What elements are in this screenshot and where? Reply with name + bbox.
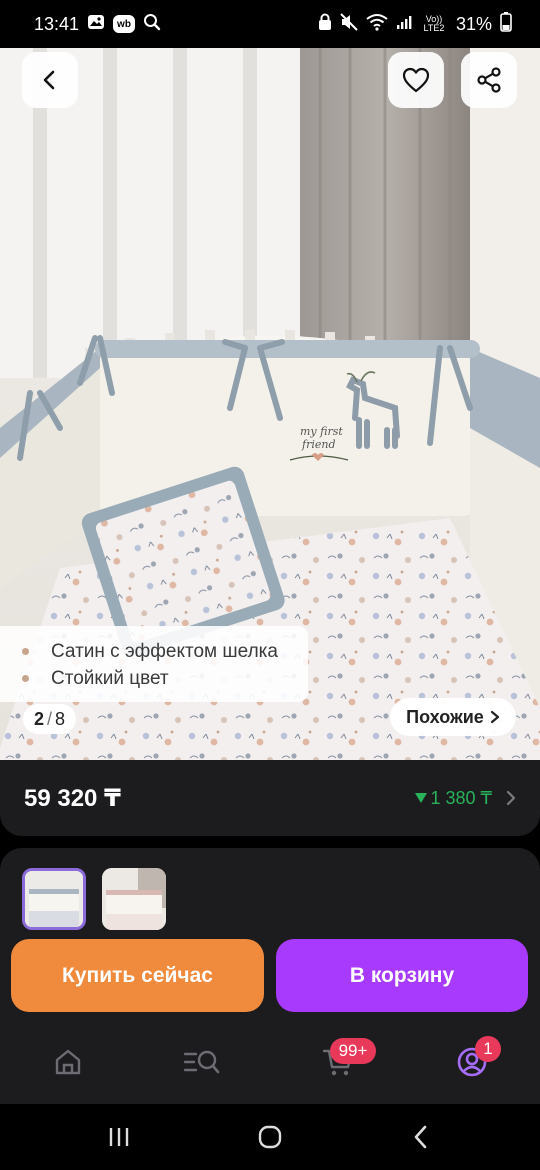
back-button[interactable]: [22, 52, 78, 108]
profile-notification-badge: 1: [475, 1036, 501, 1062]
home-icon: [55, 1049, 81, 1075]
catalog-search-icon: [183, 1050, 220, 1074]
pager-current: 2: [34, 708, 45, 729]
lock-icon: [318, 13, 332, 36]
back-arrow-icon: [414, 1125, 427, 1149]
back-system-button[interactable]: [406, 1122, 436, 1152]
variant-image: [102, 868, 166, 930]
similar-products-button[interactable]: Похожие: [390, 698, 516, 736]
discount-value: 1 380 ₸: [430, 787, 493, 808]
recent-apps-button[interactable]: [104, 1122, 134, 1152]
chevron-right-icon: [490, 710, 499, 724]
lte-label: Vo)) LTE2: [423, 14, 445, 33]
feature-text: Сатин с эффектом шелка: [51, 640, 278, 662]
heart-icon: [402, 67, 430, 93]
variant-thumbnail[interactable]: [102, 868, 166, 930]
share-icon: [477, 67, 501, 93]
search-icon: [143, 13, 161, 36]
signal-icon: [396, 14, 412, 35]
chevron-right-icon[interactable]: [506, 790, 516, 806]
cart-count-badge: 99+: [330, 1038, 376, 1064]
bullet-icon: [22, 648, 29, 655]
add-to-cart-button[interactable]: В корзину: [276, 939, 528, 1012]
pager-total: 8: [55, 708, 66, 729]
battery-icon: [500, 11, 512, 37]
share-button[interactable]: [461, 52, 517, 108]
price-discount[interactable]: 1 380 ₸: [414, 787, 493, 809]
price-card: 59 320 ₸ 1 380 ₸: [0, 760, 540, 836]
image-pager: 2 / 8: [23, 704, 77, 734]
similar-label: Похожие: [406, 706, 484, 727]
price-value: 59 320 ₸: [24, 784, 121, 812]
pager-separator: /: [47, 708, 53, 729]
triangle-down-icon: [414, 793, 427, 803]
wifi-icon: [366, 13, 388, 36]
system-navigation-bar: [0, 1104, 540, 1170]
home-system-button[interactable]: [255, 1122, 285, 1152]
embroidery-line1: my first: [300, 425, 343, 438]
mute-icon: [340, 12, 358, 36]
embroidery-line2: friend: [301, 438, 335, 451]
variant-thumbnail[interactable]: [22, 868, 86, 930]
feature-item: Сатин с эффектом шелка: [22, 638, 308, 665]
nav-home[interactable]: [48, 1042, 88, 1082]
bottom-navigation: [0, 1020, 540, 1104]
feature-text: Стойкий цвет: [51, 667, 169, 689]
variant-image: [25, 871, 83, 927]
bullet-icon: [22, 675, 29, 682]
product-image[interactable]: my first friend Сатин с эффектом шелка С…: [0, 48, 540, 760]
chevron-left-icon: [43, 70, 55, 90]
battery-percent: 31%: [455, 13, 492, 34]
gallery-icon: [87, 14, 105, 35]
favorite-button[interactable]: [388, 52, 444, 108]
status-time: 13:41: [34, 13, 80, 34]
home-circle-icon: [258, 1125, 282, 1149]
wb-app-icon: wb: [113, 15, 135, 33]
recent-apps-icon: [109, 1128, 129, 1146]
feature-list: Сатин с эффектом шелка Стойкий цвет: [0, 626, 308, 702]
status-bar: 13:41 wb Vo)) LTE2 31%: [0, 0, 540, 48]
feature-item: Стойкий цвет: [22, 665, 308, 692]
buy-now-button[interactable]: Купить сейчас: [11, 939, 264, 1012]
nav-catalog[interactable]: [182, 1042, 222, 1082]
